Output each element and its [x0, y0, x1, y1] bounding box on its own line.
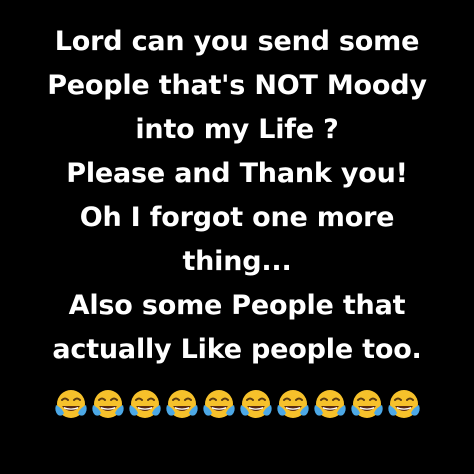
quote-line-7: Also some People that — [68, 290, 406, 321]
quote-line-6: thing... — [182, 246, 292, 277]
quote-line-2: People that's NOT Moody — [47, 70, 427, 101]
tears-of-joy-emoji-icon — [164, 387, 200, 423]
tears-of-joy-emoji-icon — [386, 387, 422, 423]
emoji-row — [0, 387, 474, 427]
tears-of-joy-emoji-icon — [312, 387, 348, 423]
quote-text: Lord can you send some People that's NOT… — [0, 20, 474, 372]
tears-of-joy-emoji-icon — [275, 387, 311, 423]
tears-of-joy-emoji-icon — [201, 387, 237, 423]
post-image: Lord can you send some People that's NOT… — [0, 0, 474, 474]
quote-line-5: Oh I forgot one more — [79, 202, 395, 233]
tears-of-joy-emoji-icon — [238, 387, 274, 423]
tears-of-joy-emoji-icon — [90, 387, 126, 423]
quote-line-8: actually Like people too. — [52, 334, 422, 365]
tears-of-joy-emoji-icon — [127, 387, 163, 423]
quote-line-1: Lord can you send some — [54, 26, 420, 57]
tears-of-joy-emoji-icon — [53, 387, 89, 423]
quote-line-4: Please and Thank you! — [66, 158, 408, 189]
tears-of-joy-emoji-icon — [349, 387, 385, 423]
quote-line-3: into my Life ? — [135, 114, 339, 145]
